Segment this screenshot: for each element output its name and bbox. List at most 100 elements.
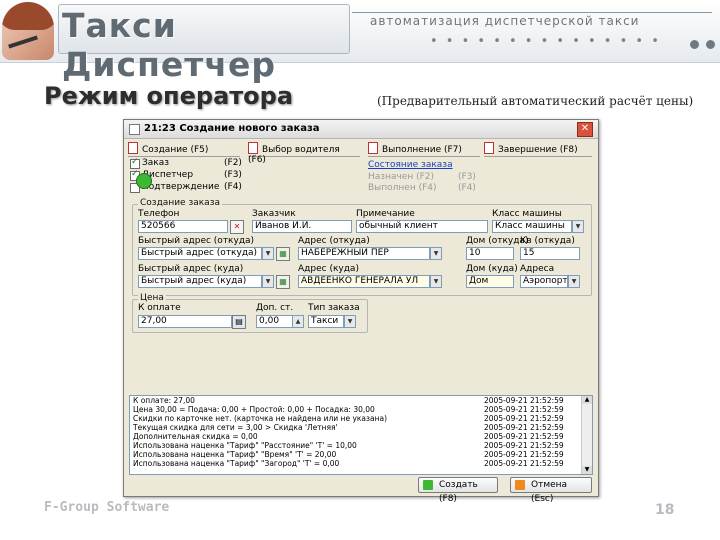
create-button[interactable]: Создать (F8)	[418, 477, 498, 504]
spin-icon[interactable]: ▲	[292, 315, 304, 328]
to-addr-select[interactable]: АВДЕЕНКО ГЕНЕРАЛА УЛ	[298, 275, 430, 288]
map-icon[interactable]: ▦	[276, 247, 290, 261]
price-input[interactable]: 27,00	[138, 315, 232, 328]
tab-execution[interactable]: Выполнение (F7)	[368, 142, 480, 157]
extra-input[interactable]: 0,00	[256, 315, 294, 328]
cancel-button[interactable]: Отмена (Esc)	[510, 477, 592, 504]
cancel-label: Отмена (Esc)	[531, 480, 568, 504]
window-titlebar[interactable]: 21:23 Создание нового заказа ✕	[124, 120, 598, 139]
calc-log[interactable]: К оплате: 27,00 2005-09-21 21:52:59 Цена …	[129, 395, 593, 475]
scroll-up-icon[interactable]: ▲	[582, 396, 592, 404]
exec-row-done: Выполнен (F4)	[368, 183, 437, 193]
step-confirm-key: (F4)	[224, 182, 242, 192]
to-quick-label: Быстрый адрес (куда)	[138, 264, 244, 274]
extra-label: Доп. ст.	[256, 303, 294, 313]
car-class-select[interactable]: Класс машины	[492, 220, 572, 233]
brand-title: Такси Диспетчер	[62, 6, 277, 84]
log-date: 2005-09-21 21:52:59	[484, 459, 564, 468]
header-banner: Такси Диспетчер автоматизация диспетчерс…	[0, 0, 720, 84]
to-quick-select[interactable]: Быстрый адрес (куда)	[138, 275, 262, 288]
tab-label: Выполнение (F7)	[382, 145, 462, 155]
log-row: Скидки по карточке нет. (карточка не най…	[130, 415, 580, 423]
log-text: К оплате: 27,00	[133, 396, 195, 405]
step-order-label: Заказ	[142, 158, 170, 168]
create-label: Создать (F8)	[439, 480, 478, 504]
app-icon	[129, 124, 140, 135]
exec-row-assigned-key: (F3)	[458, 172, 476, 182]
order-group-label: Создание заказа	[138, 198, 222, 208]
log-text: Скидки по карточке нет. (карточка не най…	[133, 414, 388, 423]
chevron-down-icon[interactable]: ▼	[572, 220, 584, 233]
calculator-icon[interactable]: ▤	[232, 315, 246, 329]
log-date: 2005-09-21 21:52:59	[484, 405, 564, 414]
log-text: Текущая скидка для сети = 3,00 > Скидка …	[133, 423, 338, 432]
document-icon	[484, 142, 494, 154]
exec-row-done-key: (F4)	[458, 183, 476, 193]
to-house-input[interactable]: Дом	[466, 275, 514, 288]
footer-company: F-Group Software	[44, 500, 170, 515]
log-row: Дополнительная скидка = 0,00 2005-09-21 2…	[130, 433, 580, 441]
scroll-down-icon[interactable]: ▼	[582, 466, 592, 474]
slide-number: 18	[655, 502, 675, 518]
log-row: К оплате: 27,00 2005-09-21 21:52:59	[130, 397, 580, 405]
to-house-label: Дом (куда)	[466, 264, 518, 274]
chevron-down-icon[interactable]: ▼	[430, 275, 442, 288]
step-dispatcher-key: (F3)	[224, 170, 242, 180]
from-addr-select[interactable]: НАБЕРЕЖНЫЙ ПЕР	[298, 247, 430, 260]
chevron-down-icon[interactable]: ▼	[262, 247, 274, 260]
creation-steps: Заказ (F2) Диспетчер (F3) Подтверждение …	[128, 157, 362, 197]
clear-phone-icon[interactable]: ✕	[230, 220, 244, 234]
area-select[interactable]: Аэропорт	[520, 275, 568, 288]
chevron-down-icon[interactable]: ▼	[568, 275, 580, 288]
map-icon[interactable]: ▦	[276, 275, 290, 289]
step-order-key: (F2)	[224, 158, 242, 168]
tab-creation[interactable]: Создание (F5)	[128, 142, 240, 157]
log-text: Цена 30,00 = Подача: 0,00 + Простой: 0,0…	[133, 405, 375, 414]
decor-dot-icon	[706, 40, 715, 49]
from-quick-label: Быстрый адрес (откуда)	[138, 236, 255, 246]
price-label: К оплате	[138, 303, 181, 313]
client-input[interactable]: Иванов И.И.	[252, 220, 352, 233]
step-tabs: Создание (F5) Выбор водителя (F6) Выполн…	[128, 142, 594, 165]
log-date: 2005-09-21 21:52:59	[484, 432, 564, 441]
document-icon	[128, 142, 138, 154]
log-row: Использована наценка "Тариф" "Загород" '…	[130, 460, 580, 468]
note-input[interactable]: обычный клиент	[356, 220, 488, 233]
price-group-label: Цена	[138, 293, 166, 303]
from-apt-input[interactable]: 15	[520, 247, 580, 260]
log-date: 2005-09-21 21:52:59	[484, 423, 564, 432]
tab-label: Завершение (F8)	[498, 145, 578, 155]
note-label: Примечание	[356, 209, 415, 219]
avatar-hair	[2, 2, 54, 30]
chevron-down-icon[interactable]: ▼	[262, 275, 274, 288]
log-scrollbar[interactable]: ▲ ▼	[581, 396, 592, 474]
close-button[interactable]: ✕	[577, 122, 593, 137]
tab-driver[interactable]: Выбор водителя (F6)	[248, 142, 360, 165]
order-checkbox[interactable]	[130, 157, 140, 169]
log-date: 2005-09-21 21:52:59	[484, 441, 564, 450]
page-subtitle: (Предварительный автоматический расчёт ц…	[377, 94, 694, 108]
area-label: Адреса	[520, 264, 555, 274]
document-icon	[368, 142, 378, 154]
tab-completion[interactable]: Завершение (F8)	[484, 142, 592, 157]
chevron-down-icon[interactable]: ▼	[430, 247, 442, 260]
log-text: Использована наценка "Тариф" "Загород" '…	[133, 459, 340, 468]
phone-input[interactable]: 520566	[138, 220, 228, 233]
log-date: 2005-09-21 21:52:59	[484, 396, 564, 405]
log-row: Цена 30,00 = Подача: 0,00 + Простой: 0,0…	[130, 406, 580, 414]
decor-dot-icon	[690, 40, 699, 49]
from-house-input[interactable]: 10	[466, 247, 514, 260]
log-text: Использована наценка "Тариф" "Расстояние…	[133, 441, 357, 450]
log-row: Использована наценка "Тариф" "Расстояние…	[130, 442, 580, 450]
step-confirm-label: Подтверждение	[142, 182, 220, 192]
order-window: 21:23 Создание нового заказа ✕ Создание …	[123, 119, 599, 504]
log-text: Использована наценка "Тариф" "Время" 'Т'…	[133, 450, 337, 459]
page-title: Режим оператора	[44, 82, 294, 110]
from-quick-select[interactable]: Быстрый адрес (откуда)	[138, 247, 262, 260]
log-date: 2005-09-21 21:52:59	[484, 414, 564, 423]
from-apt-label: Кв (откуда)	[520, 236, 575, 246]
order-state-link[interactable]: Состояние заказа	[368, 160, 453, 170]
cancel-icon	[515, 480, 525, 490]
type-select[interactable]: Такси	[308, 315, 344, 328]
chevron-down-icon[interactable]: ▼	[344, 315, 356, 328]
